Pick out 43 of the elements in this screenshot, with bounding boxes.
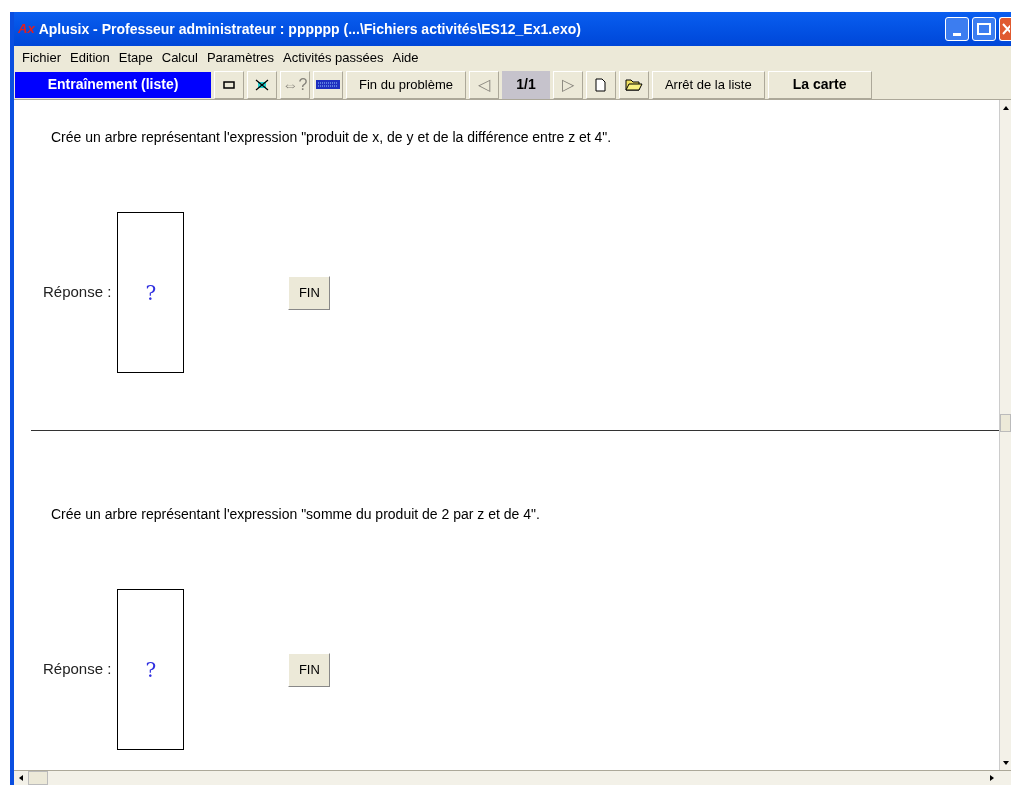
problem-statement: Crée un arbre représentant l'expression "somme du produit de 2 par z et de 4". bbox=[51, 505, 541, 524]
menu-item[interactable]: Edition bbox=[70, 48, 110, 68]
page-indicator: 1/1 bbox=[501, 70, 550, 99]
folder-icon bbox=[624, 78, 643, 91]
maximize-button[interactable] bbox=[972, 17, 996, 41]
minimize-button[interactable] bbox=[945, 17, 969, 41]
window-title: Aplusix - Professeur administrateur : pppppp (...\Fichiers activités\ES12_Ex1.exo) bbox=[38, 19, 582, 39]
minimize-icon bbox=[953, 33, 961, 36]
menu-item[interactable]: Fichier bbox=[22, 48, 61, 68]
menu-item[interactable]: Paramètres bbox=[206, 48, 275, 68]
scroll-thumb[interactable] bbox=[28, 771, 48, 785]
rectangle-icon bbox=[223, 80, 235, 89]
fin-button[interactable]: FIN bbox=[288, 275, 331, 310]
menu-item[interactable]: Aide bbox=[392, 48, 419, 68]
toolbar-button[interactable] bbox=[618, 70, 649, 99]
fin-button[interactable]: FIN bbox=[288, 652, 331, 687]
answer-box[interactable]: ? bbox=[117, 212, 185, 373]
crossed-box-icon bbox=[255, 78, 269, 91]
answer-label: Réponse : bbox=[43, 659, 112, 680]
menu-item[interactable]: Activités passées bbox=[283, 48, 384, 68]
menu-item[interactable]: Calcul bbox=[161, 48, 198, 68]
toolbar-button[interactable] bbox=[247, 70, 277, 99]
keyboard-icon bbox=[316, 80, 340, 89]
toolbar-button[interactable]: Fin du problème bbox=[346, 70, 466, 99]
maximize-icon bbox=[977, 23, 991, 35]
toolbar-button[interactable] bbox=[214, 70, 244, 99]
menu-item[interactable]: Etape bbox=[118, 48, 153, 68]
toolbar-button: ◁ bbox=[468, 70, 499, 99]
problem-statement: Crée un arbre représentant l'expression "produit de x, de y et de la différence entre z et 4". bbox=[51, 128, 613, 147]
toolbar-button: ⇔? bbox=[280, 70, 310, 99]
vertical-scrollbar[interactable] bbox=[999, 100, 1011, 770]
scroll-thumb[interactable] bbox=[1000, 414, 1011, 432]
answer-box[interactable]: ? bbox=[117, 589, 185, 750]
toolbar-button[interactable]: Arrêt de la liste bbox=[651, 70, 765, 99]
mode-label: Entraînement (liste) bbox=[15, 71, 211, 98]
toolbar-button: ▷ bbox=[552, 70, 583, 99]
horizontal-scrollbar[interactable] bbox=[14, 770, 1011, 785]
close-button[interactable] bbox=[999, 17, 1011, 41]
answer-label: Réponse : bbox=[43, 282, 112, 303]
toolbar-button[interactable] bbox=[313, 70, 343, 99]
document-icon bbox=[595, 77, 607, 92]
app-logo: Ax bbox=[18, 20, 35, 39]
toolbar-button[interactable]: La carte bbox=[767, 70, 872, 99]
